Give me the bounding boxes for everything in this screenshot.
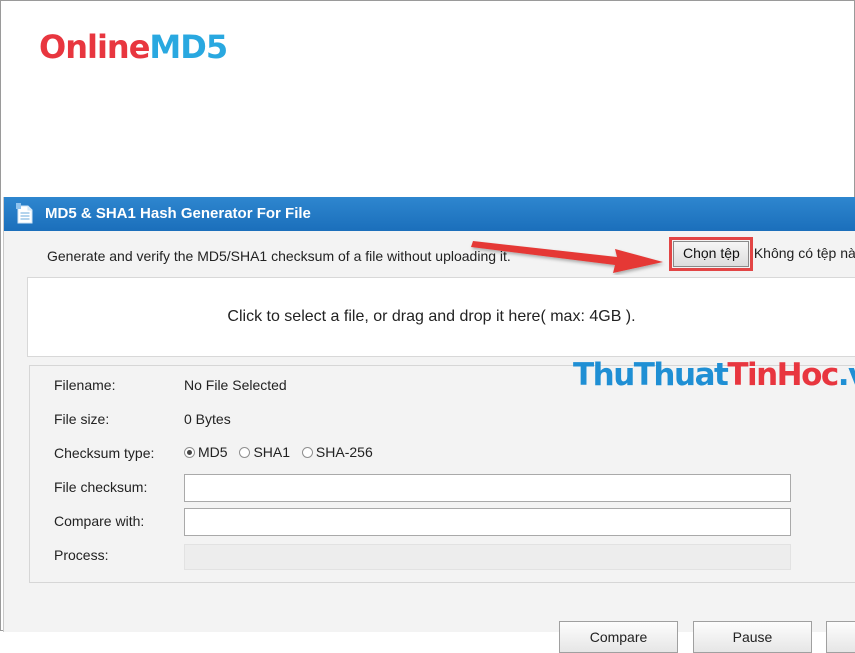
pause-button[interactable]: Pause (693, 621, 812, 653)
process-row: Process: (30, 542, 855, 570)
file-details: Filename: No File Selected File size: 0 … (29, 365, 855, 583)
watermark-part1: ThuThuat (573, 357, 729, 393)
choose-file-button[interactable]: Chọn tệp (669, 237, 753, 271)
compare-with-row: Compare with: (30, 508, 855, 536)
drop-zone-label: Click to select a file, or drag and drop… (227, 308, 636, 325)
no-file-chosen-text: Không có tệp nà (753, 245, 855, 261)
red-arrow-icon (471, 241, 663, 273)
checksum-type-options: MD5 SHA1 SHA-256 (184, 444, 381, 460)
checksum-type-row: Checksum type: MD5 SHA1 SHA-256 (30, 440, 855, 468)
filename-label: Filename: (54, 377, 116, 393)
browser-page: OnlineMD5 MD5 & SHA1 Hash Generator For … (0, 0, 855, 653)
logo-online-text: Online (39, 28, 150, 66)
process-progress-bar (184, 544, 791, 570)
compare-button[interactable]: Compare (559, 621, 678, 653)
radio-sha256[interactable]: SHA-256 (301, 444, 373, 460)
site-logo[interactable]: OnlineMD5 (39, 27, 228, 67)
logo-md5-text: MD5 (149, 28, 228, 66)
hash-generator-panel: MD5 & SHA1 Hash Generator For File Gener… (3, 197, 855, 653)
extra-button[interactable] (826, 621, 855, 653)
radio-unchecked-icon[interactable] (301, 447, 313, 458)
panel-title: MD5 & SHA1 Hash Generator For File (45, 205, 311, 222)
radio-sha256-label: SHA-256 (315, 444, 373, 460)
panel-body: Generate and verify the MD5/SHA1 checksu… (4, 231, 855, 653)
radio-checked-icon[interactable] (184, 447, 195, 458)
file-picker[interactable]: Chọn tệp Không có tệp nà (669, 237, 855, 271)
file-drop-zone[interactable]: Click to select a file, or drag and drop… (27, 277, 855, 357)
watermark-logo: ThuThuatTinHoc.vn (573, 355, 855, 395)
radio-sha1-label: SHA1 (253, 444, 291, 460)
file-checksum-row: File checksum: (30, 474, 855, 502)
file-checksum-label: File checksum: (54, 479, 148, 495)
checksum-type-label: Checksum type: (54, 445, 155, 461)
intro-text: Generate and verify the MD5/SHA1 checksu… (47, 248, 511, 264)
file-size-value: 0 Bytes (184, 411, 231, 427)
watermark-part2: TinHoc (727, 357, 839, 393)
file-size-label: File size: (54, 411, 110, 427)
compare-with-field[interactable] (184, 508, 791, 536)
watermark-part3: .vn (837, 357, 855, 393)
document-icon (16, 203, 33, 224)
file-size-row: File size: 0 Bytes (30, 406, 855, 434)
radio-md5-label: MD5 (198, 444, 228, 460)
filename-value: No File Selected (184, 377, 287, 393)
compare-with-label: Compare with: (54, 513, 145, 529)
file-checksum-field[interactable] (184, 474, 791, 502)
radio-sha1[interactable]: SHA1 (239, 444, 290, 460)
radio-md5[interactable]: MD5 (184, 444, 228, 460)
panel-header: MD5 & SHA1 Hash Generator For File (4, 197, 855, 231)
radio-unchecked-icon[interactable] (239, 447, 251, 458)
process-label: Process: (54, 547, 109, 563)
